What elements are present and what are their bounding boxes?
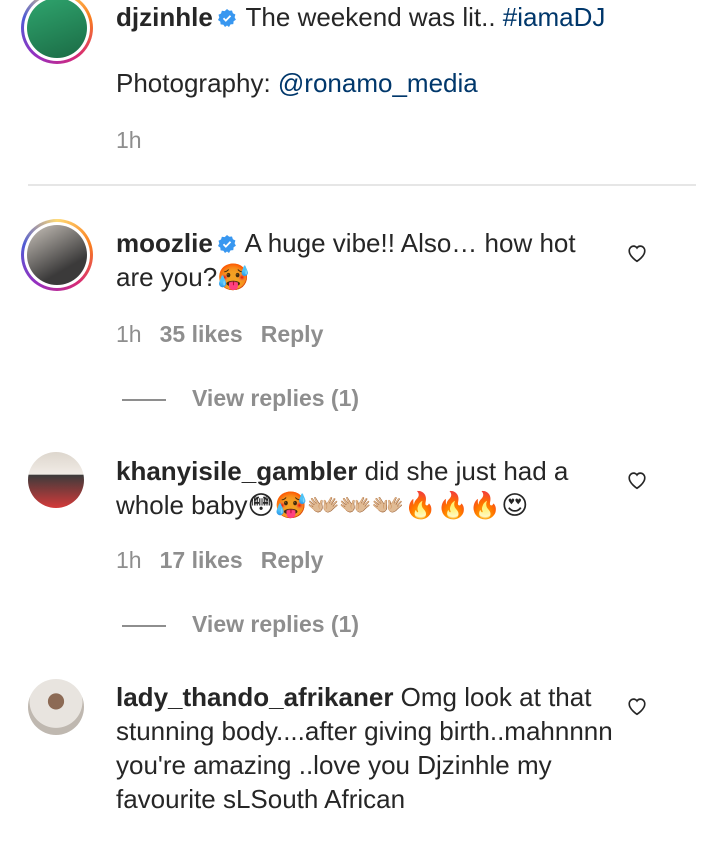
comment-username[interactable]: lady_thando_afrikaner bbox=[116, 682, 393, 712]
comment-meta: 1h 35 likes Reply bbox=[116, 320, 323, 348]
comment-avatar[interactable] bbox=[28, 679, 84, 735]
heart-outline-icon[interactable] bbox=[626, 242, 648, 264]
post-username[interactable]: djzinhle bbox=[116, 2, 213, 32]
view-replies-label[interactable]: View replies (1) bbox=[192, 611, 359, 637]
photo-label: Photography: bbox=[116, 68, 271, 98]
post-caption-text: The weekend was lit.. bbox=[245, 2, 496, 32]
comment-time: 1h bbox=[116, 547, 142, 573]
view-replies-button[interactable]: View replies (1) bbox=[122, 384, 359, 412]
post-avatar[interactable] bbox=[21, 0, 93, 64]
comment-text: khanyisile_gambler did she just had a wh… bbox=[116, 454, 616, 523]
comment-emojis: 😳🥵👐🏼👐🏼👐🏼🔥🔥🔥😍 bbox=[247, 491, 529, 521]
reply-button[interactable]: Reply bbox=[261, 321, 324, 347]
comment-text: moozlie A huge vibe!! Also… how hot are … bbox=[116, 226, 616, 295]
comment-username[interactable]: khanyisile_gambler bbox=[116, 456, 357, 486]
reply-button[interactable]: Reply bbox=[261, 547, 324, 573]
replies-line bbox=[122, 398, 166, 401]
comment-avatar[interactable] bbox=[28, 452, 84, 508]
comment-likes[interactable]: 35 likes bbox=[160, 321, 243, 347]
post-caption: djzinhle The weekend was lit.. #iamaDJ bbox=[116, 0, 616, 34]
comment-username[interactable]: moozlie bbox=[116, 228, 213, 258]
post-time: 1h bbox=[116, 127, 142, 153]
comment-meta: 1h 17 likes Reply bbox=[116, 546, 323, 574]
view-replies-label[interactable]: View replies (1) bbox=[192, 385, 359, 411]
comment-likes[interactable]: 17 likes bbox=[160, 547, 243, 573]
verified-badge-icon bbox=[217, 235, 236, 253]
heart-outline-icon[interactable] bbox=[626, 695, 648, 717]
divider bbox=[28, 184, 696, 186]
comment-avatar[interactable] bbox=[21, 219, 93, 291]
comment-emojis: 🥵 bbox=[217, 263, 250, 293]
comment-text: lady_thando_afrikaner Omg look at that s… bbox=[116, 680, 616, 816]
post-hashtag[interactable]: #iamaDJ bbox=[503, 2, 606, 32]
post-credit: Photography: @ronamo_media bbox=[116, 66, 616, 100]
heart-outline-icon[interactable] bbox=[626, 469, 648, 491]
replies-line bbox=[122, 624, 166, 627]
comment-time: 1h bbox=[116, 321, 142, 347]
photo-handle[interactable]: @ronamo_media bbox=[278, 68, 478, 98]
view-replies-button[interactable]: View replies (1) bbox=[122, 610, 359, 638]
verified-badge-icon bbox=[217, 9, 236, 27]
